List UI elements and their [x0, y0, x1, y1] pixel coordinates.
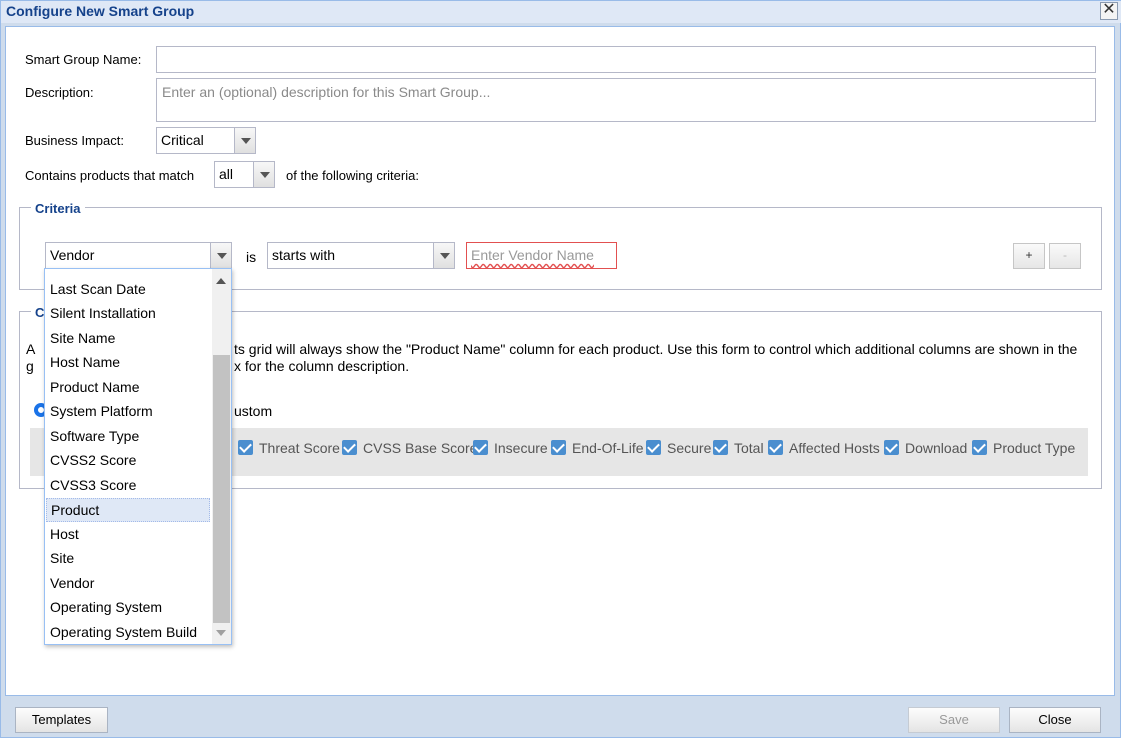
- add-criteria-button[interactable]: +: [1013, 243, 1045, 269]
- columns-desc-start-2: g: [26, 358, 34, 374]
- criteria-is-label: is: [246, 249, 257, 265]
- criteria-field-dropdown: Last Scan Date Silent Installation Site …: [44, 268, 232, 645]
- description-label: Description:: [25, 85, 94, 100]
- name-label: Smart Group Name:: [25, 52, 142, 67]
- checkbox-checked-icon[interactable]: [972, 440, 987, 455]
- dropdown-item[interactable]: Silent Installation: [46, 302, 210, 326]
- checkbox-checked-icon[interactable]: [342, 440, 357, 455]
- description-textarea[interactable]: Enter an (optional) description for this…: [156, 78, 1096, 122]
- columns-description-line1: ts grid will always show the "Product Na…: [234, 341, 1078, 357]
- dialog-title: Configure New Smart Group: [6, 3, 195, 19]
- checkbox-checked-icon[interactable]: [713, 440, 728, 455]
- criteria-field-value: Vendor: [50, 247, 95, 263]
- close-icon[interactable]: ✕: [1100, 2, 1118, 20]
- remove-criteria-button[interactable]: -: [1049, 243, 1081, 269]
- checkbox-insecure[interactable]: Insecure: [473, 440, 548, 456]
- vendor-name-input[interactable]: Enter Vendor Name: [466, 242, 617, 269]
- criteria-field-select[interactable]: Vendor: [45, 242, 232, 269]
- match-suffix-label: of the following criteria:: [286, 168, 419, 183]
- dropdown-item[interactable]: CVSS3 Score: [46, 474, 210, 498]
- columns-desc-start-1: A: [26, 341, 36, 357]
- dropdown-scrollbar[interactable]: [212, 269, 231, 644]
- dropdown-item[interactable]: Last Scan Date: [46, 278, 210, 302]
- criteria-operator-value: starts with: [272, 247, 336, 263]
- match-mode-select[interactable]: all: [214, 161, 275, 188]
- checkbox-end-of-life[interactable]: End-Of-Life: [551, 440, 644, 456]
- dropdown-item[interactable]: Host Name: [46, 351, 210, 375]
- checkbox-threat-score[interactable]: Threat Score: [238, 440, 340, 456]
- match-prefix-label: Contains products that match: [25, 168, 195, 183]
- dialog-titlebar[interactable]: Configure New Smart Group ✕: [1, 1, 1121, 23]
- checkbox-checked-icon[interactable]: [551, 440, 566, 455]
- dropdown-item[interactable]: Operating System: [46, 596, 210, 620]
- dropdown-item[interactable]: CVSS2 Score: [46, 449, 210, 473]
- chevron-down-icon[interactable]: [234, 128, 255, 153]
- checkbox-secure[interactable]: Secure: [646, 440, 711, 456]
- dropdown-item[interactable]: Vendor: [46, 572, 210, 596]
- dropdown-item[interactable]: System Platform: [46, 400, 210, 424]
- dropdown-item[interactable]: Software Type: [46, 425, 210, 449]
- checkbox-checked-icon[interactable]: [646, 440, 661, 455]
- dropdown-item[interactable]: Site Name: [46, 327, 210, 351]
- checkbox-download[interactable]: Download: [884, 440, 967, 456]
- chevron-down-icon[interactable]: [253, 162, 274, 187]
- criteria-operator-select[interactable]: starts with: [267, 242, 455, 269]
- dropdown-item-selected[interactable]: Product: [46, 498, 210, 522]
- business-impact-label: Business Impact:: [25, 133, 124, 148]
- save-button[interactable]: Save: [908, 707, 1000, 733]
- checkbox-affected-hosts[interactable]: Affected Hosts: [768, 440, 880, 456]
- business-impact-value: Critical: [161, 132, 204, 148]
- chevron-down-icon[interactable]: [210, 243, 231, 268]
- criteria-legend: Criteria: [31, 201, 85, 216]
- scroll-up-icon[interactable]: [216, 278, 226, 284]
- custom-radio-label: ustom: [234, 403, 273, 419]
- dropdown-item[interactable]: Operating System Build: [46, 621, 210, 644]
- business-impact-select[interactable]: Critical: [156, 127, 256, 154]
- checkbox-checked-icon[interactable]: [238, 440, 253, 455]
- dropdown-item[interactable]: Product Name: [46, 376, 210, 400]
- dropdown-item[interactable]: Site: [46, 547, 210, 571]
- smart-group-name-input[interactable]: [156, 46, 1096, 73]
- scroll-down-icon[interactable]: [216, 630, 226, 636]
- scroll-thumb[interactable]: [213, 355, 230, 623]
- checkbox-product-type[interactable]: Product Type: [972, 440, 1075, 456]
- checkbox-checked-icon[interactable]: [473, 440, 488, 455]
- templates-button[interactable]: Templates: [15, 707, 108, 733]
- checkbox-cvss-base-score[interactable]: CVSS Base Score: [342, 440, 477, 456]
- match-mode-value: all: [219, 166, 234, 182]
- close-button[interactable]: Close: [1009, 707, 1101, 733]
- columns-description-line2: x for the column description.: [234, 358, 410, 374]
- checkbox-checked-icon[interactable]: [884, 440, 899, 455]
- dropdown-item[interactable]: Host: [46, 523, 210, 547]
- chevron-down-icon[interactable]: [433, 243, 454, 268]
- checkbox-checked-icon[interactable]: [768, 440, 783, 455]
- checkbox-total[interactable]: Total: [713, 440, 764, 456]
